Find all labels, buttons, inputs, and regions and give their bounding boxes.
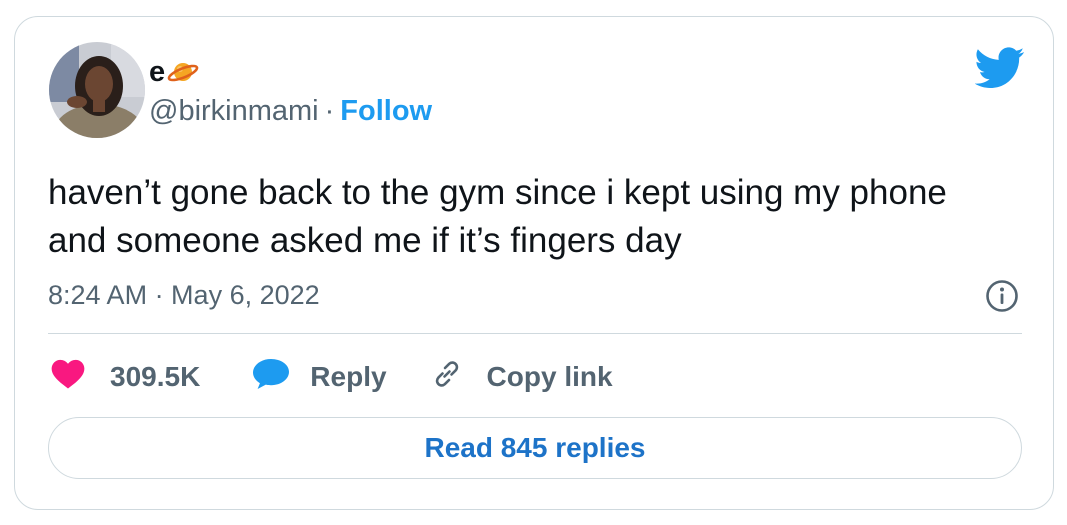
read-replies-button[interactable]: Read 845 replies (48, 417, 1022, 479)
avatar[interactable] (49, 42, 145, 138)
link-icon (429, 356, 465, 399)
speech-bubble-icon (252, 358, 290, 397)
user-handle[interactable]: @birkinmami (149, 95, 319, 127)
reply-label: Reply (310, 361, 387, 392)
display-name-row[interactable]: e (149, 55, 199, 89)
like-button[interactable]: 309.5K (51, 359, 200, 396)
heart-icon (51, 359, 85, 396)
avatar-photo (49, 42, 145, 138)
reply-button[interactable]: Reply (252, 358, 387, 397)
copy-link-button[interactable]: Copy link (429, 356, 613, 399)
twitter-bird-icon[interactable] (974, 47, 1025, 89)
ringed-planet-icon (167, 59, 199, 85)
divider (48, 333, 1022, 334)
action-bar: 309.5K Reply Copy link (51, 357, 613, 397)
read-replies-label: Read 845 replies (424, 432, 646, 463)
info-icon[interactable] (985, 279, 1019, 313)
tweet-card: e @birkinmami · Follow haven’t gone back t… (14, 16, 1054, 510)
tweet-timestamp[interactable]: 8:24 AM · May 6, 2022 (48, 279, 320, 311)
handle-row: @birkinmami · Follow (149, 94, 432, 128)
likes-count: 309.5K (110, 361, 201, 392)
follow-link[interactable]: Follow (340, 95, 432, 127)
copy-link-label: Copy link (486, 361, 613, 392)
tweet-text: haven’t gone back to the gym since i kep… (48, 173, 947, 260)
separator-dot: · (324, 95, 335, 127)
display-name: e (149, 56, 166, 88)
